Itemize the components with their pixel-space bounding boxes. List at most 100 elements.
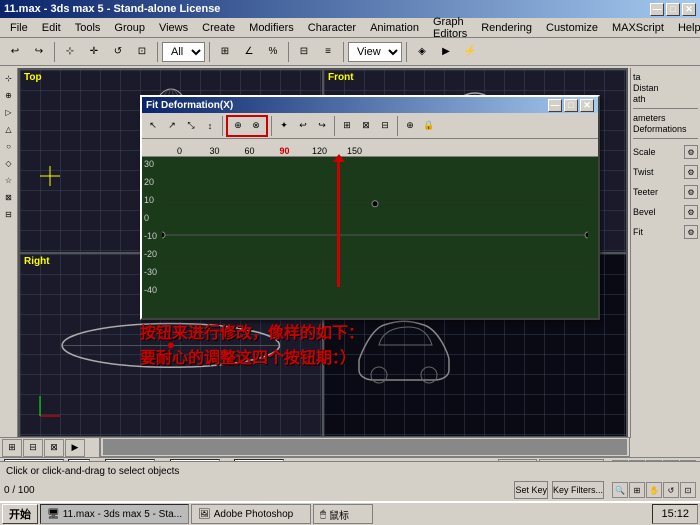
key-filters-button[interactable]: Key Filters... — [552, 481, 604, 499]
move-button[interactable]: ✛ — [83, 41, 105, 63]
fit-tb-btn8[interactable]: ⊞ — [338, 117, 356, 135]
undo-button[interactable]: ↩ — [4, 41, 26, 63]
fit-dialog-title-bar[interactable]: Fit Deformation(X) — □ ✕ — [142, 97, 598, 113]
side-btn-2[interactable]: ⊕ — [1, 87, 17, 103]
side-btn-8[interactable]: ⊠ — [1, 189, 17, 205]
menu-character[interactable]: Character — [302, 20, 362, 36]
rp-divider — [633, 108, 698, 109]
percent-snap-btn[interactable]: % — [262, 41, 284, 63]
angle-snap-btn[interactable]: ∠ — [238, 41, 260, 63]
zoom-all-btn[interactable]: ⊞ — [629, 482, 645, 498]
rp-fit-button[interactable]: ⚙ — [684, 225, 698, 239]
scale-button[interactable]: ⊡ — [131, 41, 153, 63]
taskbar-mouse-icon: 🖱 — [320, 509, 326, 520]
fit-tb-btn11[interactable]: ⊕ — [401, 117, 419, 135]
taskbar-3dsmax[interactable]: 🖥 11.max - 3ds max 5 - Sta... — [40, 504, 189, 524]
menu-group[interactable]: Group — [108, 20, 151, 36]
minimize-button[interactable]: — — [650, 3, 664, 16]
side-btn-3[interactable]: ▷ — [1, 104, 17, 120]
mini-btn-1[interactable]: ⊞ — [2, 439, 22, 457]
set-key-button[interactable]: Set Key — [514, 481, 548, 499]
fit-dialog-content: 0 30 60 90 120 150 30 20 10 0 -10 -20 -3… — [142, 139, 598, 318]
side-btn-7[interactable]: ☆ — [1, 172, 17, 188]
fit-tb-btn9[interactable]: ⊠ — [357, 117, 375, 135]
fit-tb-btn2[interactable]: ↗ — [163, 117, 181, 135]
close-button[interactable]: ✕ — [682, 3, 696, 16]
menu-bar: File Edit Tools Group Views Create Modif… — [0, 18, 700, 38]
menu-rendering[interactable]: Rendering — [475, 20, 538, 36]
side-btn-9[interactable]: ⊟ — [1, 206, 17, 222]
fit-dialog-maximize[interactable]: □ — [564, 99, 578, 112]
fit-tb-btn1[interactable]: ↖ — [144, 117, 162, 135]
taskbar: 开始 🖥 11.max - 3ds max 5 - Sta... 🖼 Adobe… — [0, 501, 700, 525]
fit-tb-sym1[interactable]: ⊕ — [229, 117, 247, 135]
snap-btn[interactable]: ⊞ — [214, 41, 236, 63]
rp-bevel-label: Bevel — [633, 207, 656, 217]
title-bar-buttons: — □ ✕ — [650, 3, 696, 16]
main-toolbar: ↩ ↪ ⊹ ✛ ↺ ⊡ All ⊞ ∠ % ⊟ ≡ View ◈ ▶ ⚡ — [0, 38, 700, 66]
rp-teeter-button[interactable]: ⚙ — [684, 185, 698, 199]
start-button[interactable]: 开始 — [2, 504, 38, 524]
mini-btn-3[interactable]: ⊠ — [44, 439, 64, 457]
timeline-track[interactable] — [103, 439, 627, 455]
rp-bevel-button[interactable]: ⚙ — [684, 205, 698, 219]
fit-sep3 — [334, 116, 335, 136]
fit-tb-btn6[interactable]: ↩ — [294, 117, 312, 135]
arc-rotate-btn[interactable]: ↺ — [663, 482, 679, 498]
align-btn[interactable]: ≡ — [317, 41, 339, 63]
fit-tb-btn3[interactable]: ⤡ — [182, 117, 200, 135]
menu-animation[interactable]: Animation — [364, 20, 425, 36]
fit-tb-btn12[interactable]: 🔒 — [420, 117, 438, 135]
zoom-region-btn[interactable]: ⊡ — [680, 482, 696, 498]
rp-scale-row: Scale ⚙ — [633, 143, 698, 161]
selection-filter-dropdown[interactable]: All — [162, 42, 205, 62]
quick-render-btn[interactable]: ⚡ — [459, 41, 481, 63]
rp-fit-label: Fit — [633, 227, 643, 237]
menu-file[interactable]: File — [4, 20, 34, 36]
rp-twist-button[interactable]: ⚙ — [684, 165, 698, 179]
rotate-button[interactable]: ↺ — [107, 41, 129, 63]
fit-tb-btn7[interactable]: ↪ — [313, 117, 331, 135]
menu-maxscript[interactable]: MAXScript — [606, 20, 670, 36]
menu-views[interactable]: Views — [153, 20, 194, 36]
maximize-button[interactable]: □ — [666, 3, 680, 16]
render-scene-btn[interactable]: ▶ — [435, 41, 457, 63]
fit-tb-btn5[interactable]: ✦ — [275, 117, 293, 135]
rp-ath-label: ath — [633, 94, 698, 104]
menu-graph-editors[interactable]: Graph Editors — [427, 14, 473, 42]
side-btn-6[interactable]: ◇ — [1, 155, 17, 171]
rp-divider2 — [633, 138, 698, 139]
menu-help[interactable]: Help — [672, 20, 700, 36]
menu-customize[interactable]: Customize — [540, 20, 604, 36]
taskbar-photoshop[interactable]: 🖼 Adobe Photoshop — [191, 504, 311, 524]
redo-button[interactable]: ↪ — [28, 41, 50, 63]
menu-create[interactable]: Create — [196, 20, 241, 36]
mini-btn-play[interactable]: ▶ — [65, 439, 85, 457]
fit-sep1 — [222, 116, 223, 136]
pan-btn[interactable]: ✋ — [646, 482, 662, 498]
select-button[interactable]: ⊹ — [59, 41, 81, 63]
zoom-in-btn[interactable]: 🔍 — [612, 482, 628, 498]
side-btn-5[interactable]: ○ — [1, 138, 17, 154]
fit-dialog-minimize[interactable]: — — [548, 99, 562, 112]
fit-tb-btn10[interactable]: ⊟ — [376, 117, 394, 135]
separator5 — [343, 42, 344, 62]
fit-dialog-close[interactable]: ✕ — [580, 99, 594, 112]
fit-tb-btn4[interactable]: ↕ — [201, 117, 219, 135]
mini-btn-2[interactable]: ⊟ — [23, 439, 43, 457]
rp-scale-button[interactable]: ⚙ — [684, 145, 698, 159]
menu-modifiers[interactable]: Modifiers — [243, 20, 300, 36]
fit-tb-sym2[interactable]: ⊗ — [247, 117, 265, 135]
menu-tools[interactable]: Tools — [69, 20, 107, 36]
material-editor-btn[interactable]: ◈ — [411, 41, 433, 63]
menu-edit[interactable]: Edit — [36, 20, 67, 36]
red-arrow-indicator — [333, 154, 345, 162]
timeline[interactable] — [100, 437, 630, 457]
taskbar-3dsmax-icon: 🖥 — [47, 509, 60, 520]
side-btn-1[interactable]: ⊹ — [1, 70, 17, 86]
view-dropdown[interactable]: View — [348, 42, 402, 62]
separator4 — [288, 42, 289, 62]
mirror-btn[interactable]: ⊟ — [293, 41, 315, 63]
side-btn-4[interactable]: △ — [1, 121, 17, 137]
taskbar-mouse[interactable]: 🖱 鼠标 — [313, 504, 373, 524]
